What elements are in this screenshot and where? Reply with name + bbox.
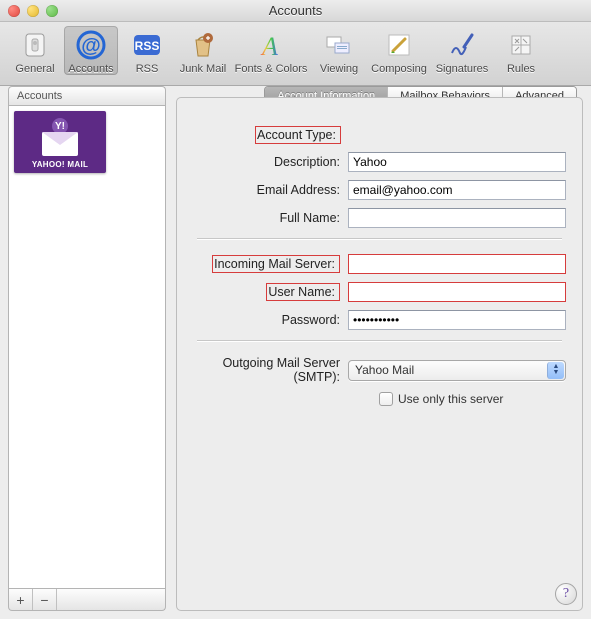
toolbar-fonts-colors[interactable]: A Fonts & Colors <box>232 26 310 75</box>
toolbar-junk-mail[interactable]: Junk Mail <box>176 26 230 75</box>
titlebar: Accounts <box>0 0 591 22</box>
fonts-colors-icon: A <box>254 28 288 62</box>
row-use-only: Use only this server <box>379 392 566 406</box>
envelope-icon <box>42 132 78 156</box>
row-smtp: Outgoing Mail Server (SMTP): Yahoo Mail … <box>193 356 566 384</box>
username-label: User Name: <box>266 283 340 301</box>
stepper-arrows-icon: ▲▼ <box>547 362 564 379</box>
compose-icon <box>382 28 416 62</box>
toolbar-label: General <box>15 63 54 75</box>
fullname-label: Full Name: <box>193 211 348 225</box>
password-input[interactable] <box>348 310 566 330</box>
toolbar-signatures[interactable]: Signatures <box>432 26 492 75</box>
toolbar-label: Fonts & Colors <box>235 63 308 75</box>
sidebar-header: Accounts <box>8 86 166 105</box>
row-description: Description: <box>193 152 566 172</box>
row-password: Password: <box>193 310 566 330</box>
gear-switch-icon <box>18 28 52 62</box>
toolbar-label: RSS <box>136 63 159 75</box>
toolbar-label: Signatures <box>436 63 489 75</box>
account-yahoo-mail[interactable]: Y! YAHOO! MAIL <box>14 111 106 173</box>
toolbar-label: Junk Mail <box>180 63 226 75</box>
help-button[interactable]: ? <box>555 583 577 605</box>
rules-icon <box>504 28 538 62</box>
accounts-list[interactable]: Y! YAHOO! MAIL <box>8 105 166 589</box>
accounts-sidebar: Accounts Y! YAHOO! MAIL + − <box>8 86 166 611</box>
email-input[interactable] <box>348 180 566 200</box>
description-input[interactable] <box>348 152 566 172</box>
row-account-type: Account Type: <box>193 126 566 144</box>
toolbar-label: Composing <box>371 63 427 75</box>
toolbar-accounts[interactable]: @ Accounts <box>64 26 118 75</box>
add-account-button[interactable]: + <box>9 589 33 610</box>
password-label: Password: <box>193 313 348 327</box>
account-type-label: Account Type: <box>255 126 341 144</box>
viewing-icon <box>322 28 356 62</box>
toolbar-label: Viewing <box>320 63 358 75</box>
svg-text:@: @ <box>81 35 101 57</box>
use-only-checkbox[interactable] <box>379 392 393 406</box>
toolbar-label: Rules <box>507 63 535 75</box>
use-only-label: Use only this server <box>398 392 503 406</box>
signature-icon <box>445 28 479 62</box>
smtp-select[interactable]: Yahoo Mail ▲▼ <box>348 360 566 381</box>
row-incoming-server: Incoming Mail Server: <box>193 254 566 274</box>
email-label: Email Address: <box>193 183 348 197</box>
account-name: YAHOO! MAIL <box>32 160 88 169</box>
row-email: Email Address: <box>193 180 566 200</box>
smtp-selected-value: Yahoo Mail <box>355 363 414 377</box>
row-username: User Name: <box>193 282 566 302</box>
toolbar-rss[interactable]: RSS RSS <box>120 26 174 75</box>
separator <box>197 340 562 342</box>
row-fullname: Full Name: <box>193 208 566 228</box>
separator <box>197 238 562 240</box>
svg-text:RSS: RSS <box>135 39 160 53</box>
description-label: Description: <box>193 155 348 169</box>
incoming-server-input[interactable] <box>348 254 566 274</box>
username-input[interactable] <box>348 282 566 302</box>
fullname-input[interactable] <box>348 208 566 228</box>
window-title: Accounts <box>0 3 591 18</box>
account-detail-pane: Account Information Mailbox Behaviors Ad… <box>176 86 583 611</box>
rss-icon: RSS <box>130 28 164 62</box>
smtp-label: Outgoing Mail Server (SMTP): <box>193 356 348 384</box>
junk-bag-icon <box>186 28 220 62</box>
svg-text:A: A <box>260 32 278 61</box>
remove-account-button[interactable]: − <box>33 589 57 610</box>
toolbar-label: Accounts <box>68 63 113 75</box>
preferences-toolbar: General @ Accounts RSS RSS Junk Mail A F… <box>0 22 591 86</box>
toolbar-composing[interactable]: Composing <box>368 26 430 75</box>
toolbar-general[interactable]: General <box>8 26 62 75</box>
toolbar-viewing[interactable]: Viewing <box>312 26 366 75</box>
toolbar-rules[interactable]: Rules <box>494 26 548 75</box>
at-sign-icon: @ <box>74 28 108 62</box>
incoming-server-label: Incoming Mail Server: <box>212 255 340 273</box>
